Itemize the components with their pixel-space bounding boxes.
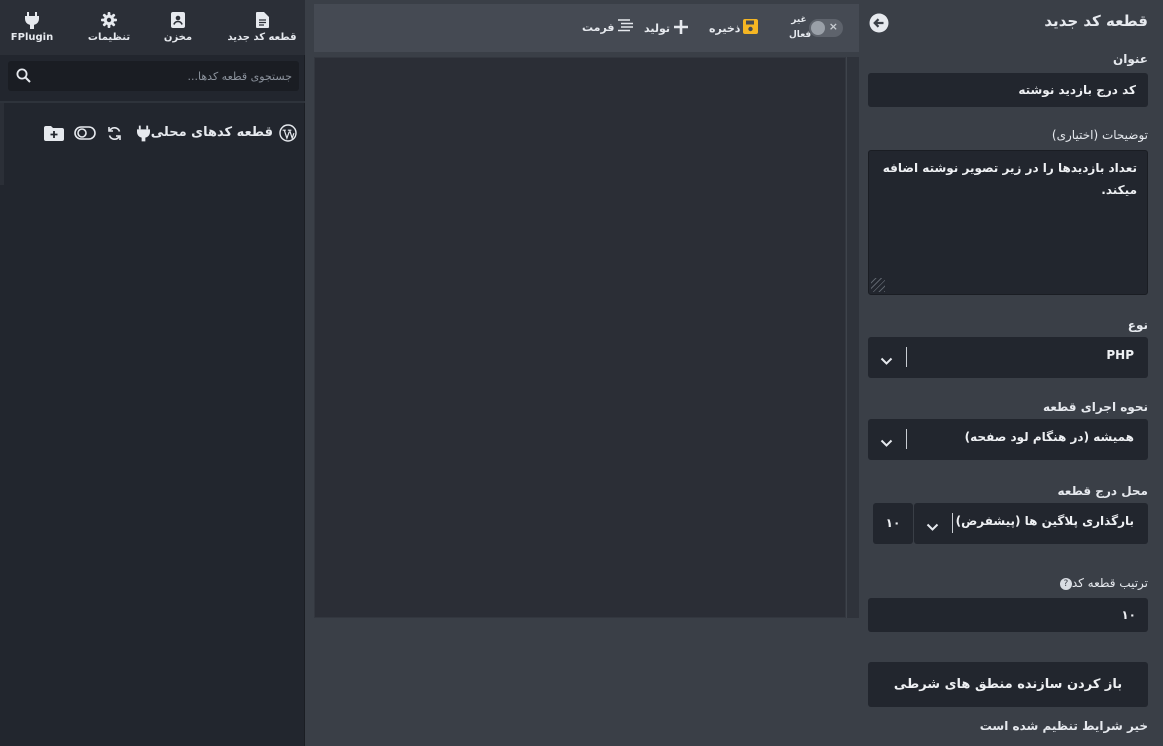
nav-repository[interactable]: مخزن xyxy=(158,11,198,51)
editor-scrollbar[interactable] xyxy=(846,57,859,618)
generate-button-label: تولید xyxy=(644,22,671,35)
select-separator xyxy=(906,429,907,449)
description-field-wrap: تعداد بازدیدها را در زیر تصویر نوشته اضا… xyxy=(868,150,1148,295)
location-select-value: بارگذاری پلاگین ها (پیشفرض) xyxy=(955,514,1134,528)
plug-icon[interactable] xyxy=(133,124,153,142)
plus-icon xyxy=(673,19,689,38)
tree-indent-bar xyxy=(0,103,4,185)
title-field-wrap xyxy=(868,73,1148,107)
format-button-label: فرمت xyxy=(582,20,615,34)
nav-fplugin-label: FPlugin xyxy=(10,32,54,43)
order-input[interactable] xyxy=(868,598,1148,632)
toggle-label: غیر فعال xyxy=(789,15,812,40)
help-icon[interactable]: ? xyxy=(1059,577,1072,590)
location-select[interactable]: بارگذاری پلاگین ها (پیشفرض) xyxy=(914,503,1148,544)
file-icon xyxy=(255,11,269,29)
format-button[interactable]: فرمت xyxy=(582,19,633,35)
format-icon xyxy=(617,19,633,35)
nav-new-snippet[interactable]: قطعه کد جدید xyxy=(227,11,297,51)
type-label: نوع xyxy=(1127,318,1148,332)
chevron-down-icon xyxy=(880,351,893,370)
nav-repository-label: مخزن xyxy=(163,32,193,43)
close-icon: × xyxy=(828,20,838,33)
conditions-status: خیر شرایط تنظیم شده است xyxy=(979,719,1148,733)
toggle-icon[interactable] xyxy=(73,124,97,142)
select-separator xyxy=(906,347,907,367)
order-field-wrap xyxy=(868,598,1148,632)
select-separator xyxy=(952,513,953,533)
toggle-knob xyxy=(811,21,825,35)
type-select-value: PHP xyxy=(1106,348,1134,362)
save-button-label: ذخیره xyxy=(709,21,741,35)
save-button[interactable]: ذخیره xyxy=(709,19,759,37)
location-label: محل درج قطعه xyxy=(1057,484,1148,498)
chevron-down-icon xyxy=(880,433,893,452)
exec-label: نحوه اجرای قطعه xyxy=(1042,400,1148,414)
nav-settings[interactable]: تنظیمات xyxy=(84,11,134,51)
search-input[interactable] xyxy=(36,61,296,91)
form-header: قطعه کد جدید xyxy=(1044,12,1148,30)
nav-new-snippet-label: قطعه کد جدید xyxy=(227,32,297,43)
save-icon xyxy=(743,19,759,37)
top-nav: قطعه کد جدید مخزن تنظیمات FPlugin xyxy=(0,0,305,55)
back-button[interactable] xyxy=(869,13,889,33)
divider xyxy=(0,101,305,103)
code-editor[interactable] xyxy=(314,57,846,618)
order-label: ترتیب قطعه کد? xyxy=(1058,576,1148,590)
active-toggle[interactable]: × xyxy=(809,19,843,37)
type-select[interactable]: PHP xyxy=(868,337,1148,378)
chevron-down-icon xyxy=(926,517,939,536)
description-textarea[interactable]: تعداد بازدیدها را در زیر تصویر نوشته اضا… xyxy=(869,151,1147,294)
editor-toolbar: × غیر فعال ذخیره تولید فرمت xyxy=(314,4,859,52)
logic-builder-button[interactable]: باز کردن سازنده منطق های شرطی xyxy=(868,662,1148,707)
gear-icon xyxy=(101,11,117,29)
nav-fplugin[interactable]: FPlugin xyxy=(8,11,56,51)
tree-root-local-snippets[interactable]: قطعه کدهای محلی xyxy=(10,118,300,148)
order-label-text: ترتیب قطعه کد xyxy=(1071,576,1148,590)
title-label: عنوان xyxy=(1113,52,1148,66)
tree-root-label: قطعه کدهای محلی xyxy=(150,125,273,140)
location-priority-input[interactable]: ۱۰ xyxy=(873,503,913,544)
exec-select-value: همیشه (در هنگام لود صفحه) xyxy=(964,430,1134,444)
title-input[interactable] xyxy=(868,73,1148,107)
add-folder-icon[interactable] xyxy=(42,124,66,142)
back-arrow-icon xyxy=(869,13,889,37)
wordpress-icon xyxy=(278,124,298,142)
exec-select[interactable]: همیشه (در هنگام لود صفحه) xyxy=(868,419,1148,460)
plug-icon xyxy=(25,11,39,29)
nav-settings-label: تنظیمات xyxy=(87,32,131,43)
resize-handle[interactable] xyxy=(871,278,885,292)
snippet-search xyxy=(8,61,299,91)
snippet-sidebar xyxy=(0,0,305,746)
generate-button[interactable]: تولید xyxy=(644,19,689,38)
search-icon xyxy=(16,68,31,87)
repository-icon xyxy=(171,11,185,29)
description-label: توضیحات (اختیاری) xyxy=(1051,128,1148,142)
sync-icon[interactable] xyxy=(104,124,124,142)
